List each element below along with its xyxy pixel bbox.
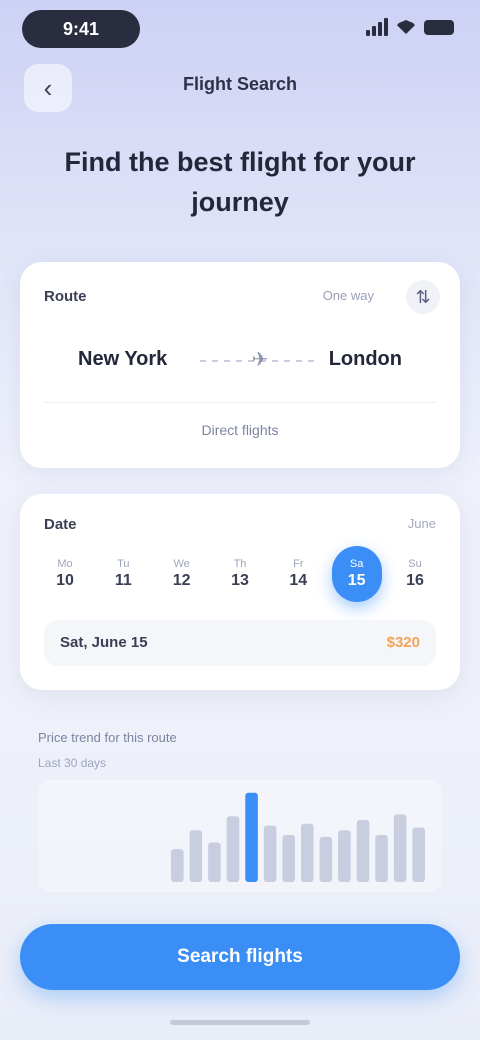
selected-date-row[interactable]: Sat, June 15 $320 (44, 620, 436, 666)
trend-bar (282, 835, 295, 882)
date-price: $320 (386, 634, 420, 651)
day-option[interactable]: We 12 (157, 546, 207, 602)
battery-icon (424, 19, 454, 35)
trend-bar (412, 827, 425, 882)
route-note: Direct flights (201, 422, 279, 438)
day-weekday: Fr (293, 558, 304, 570)
day-weekday: We (173, 558, 190, 570)
day-option[interactable]: Tu 11 (98, 546, 148, 602)
day-picker: Mo 10 Tu 11 We 12 Th 13 Fr 14 Sa 15 Su 16 (40, 546, 440, 606)
trend-bar (263, 825, 277, 882)
price-trend-section: Price trend for this route Last 30 days (20, 722, 460, 904)
nav-bar: ‹ Flight Search (0, 62, 480, 112)
status-icons (366, 18, 454, 36)
route-card: Route One way ⇅ New York ✈ London Direct… (20, 262, 460, 468)
day-option[interactable]: Fr 14 (273, 546, 323, 602)
day-option[interactable]: Th 13 (215, 546, 265, 602)
day-number: 10 (56, 572, 74, 589)
trip-type[interactable]: One way (323, 288, 374, 303)
page-title: Flight Search (182, 74, 298, 94)
trend-bar (375, 835, 388, 882)
trend-bar (208, 842, 221, 882)
trend-bar (338, 830, 351, 882)
selected-date: Sat, June 15 (60, 634, 148, 651)
trend-bar (319, 836, 333, 882)
swap-icon: ⇅ (415, 286, 431, 307)
date-label: Date (44, 516, 77, 533)
day-number: 15 (347, 572, 366, 589)
trend-subtitle: Last 30 days (38, 756, 107, 770)
day-weekday: Th (233, 558, 247, 570)
day-number: 16 (406, 572, 424, 589)
trend-title: Price trend for this route (38, 730, 177, 745)
day-number: 13 (231, 572, 249, 589)
signal-icon (366, 18, 388, 36)
day-number: 12 (172, 572, 191, 589)
status-bar: 9:41 (0, 0, 480, 60)
destination-city[interactable]: London (329, 348, 402, 371)
search-flights-button[interactable]: Search flights (20, 924, 460, 990)
home-indicator (170, 1020, 310, 1025)
day-weekday: Sa (349, 558, 364, 570)
swap-button[interactable]: ⇅ (406, 280, 440, 314)
trend-chart (38, 780, 442, 892)
trend-chart-svg (171, 792, 425, 882)
trend-bar (189, 830, 203, 882)
divider (44, 402, 436, 403)
trend-bar (356, 819, 370, 882)
day-option[interactable]: Sa 15 (331, 546, 382, 602)
headline: Find the best flight for your journey (64, 147, 416, 217)
plane-icon: ✈ (251, 349, 269, 371)
status-time: 9:41 (22, 10, 140, 48)
day-number: 14 (289, 572, 308, 589)
date-card: Date June Mo 10 Tu 11 We 12 Th 13 Fr 14 Sa 15 Su 16 S… (20, 494, 460, 690)
trend-bar (393, 814, 407, 882)
trend-bar (226, 816, 240, 882)
day-weekday: Su (408, 558, 422, 570)
trend-bar (171, 849, 184, 882)
origin-city[interactable]: New York (78, 348, 167, 371)
day-option[interactable]: Su 16 (390, 546, 440, 602)
day-option[interactable]: Mo 10 (40, 546, 90, 602)
trend-bar (245, 792, 258, 882)
day-weekday: Tu (117, 558, 130, 570)
route-label: Route (44, 288, 87, 305)
date-month: June (407, 516, 436, 531)
trend-bar (301, 823, 314, 882)
day-weekday: Mo (57, 558, 73, 570)
day-number: 11 (114, 572, 132, 589)
wifi-icon (396, 20, 416, 34)
